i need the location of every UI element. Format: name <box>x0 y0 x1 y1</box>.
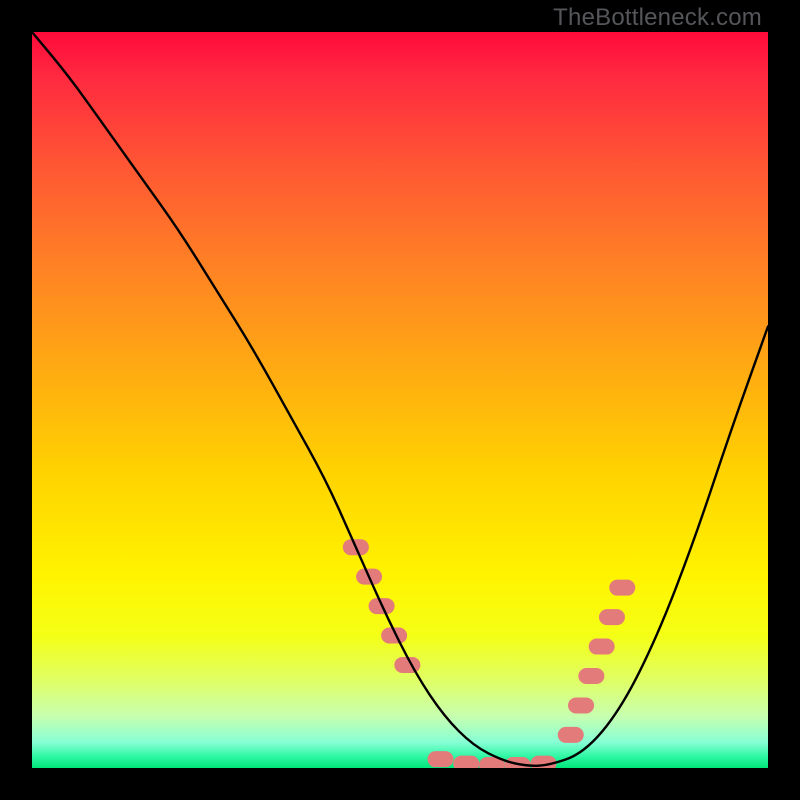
watermark-text: TheBottleneck.com <box>553 4 762 32</box>
chart-frame <box>32 32 768 768</box>
highlight-dots-group <box>343 539 635 768</box>
highlight-dot <box>558 727 584 743</box>
bottleneck-curve-line <box>32 32 768 766</box>
highlight-dot <box>453 756 479 768</box>
plot-area <box>32 32 768 768</box>
highlight-dot <box>609 580 635 596</box>
highlight-dot <box>427 751 453 767</box>
chart-svg <box>32 32 768 768</box>
highlight-dot <box>568 697 594 713</box>
highlight-dot <box>599 609 625 625</box>
highlight-dot <box>589 639 615 655</box>
highlight-dot <box>578 668 604 684</box>
